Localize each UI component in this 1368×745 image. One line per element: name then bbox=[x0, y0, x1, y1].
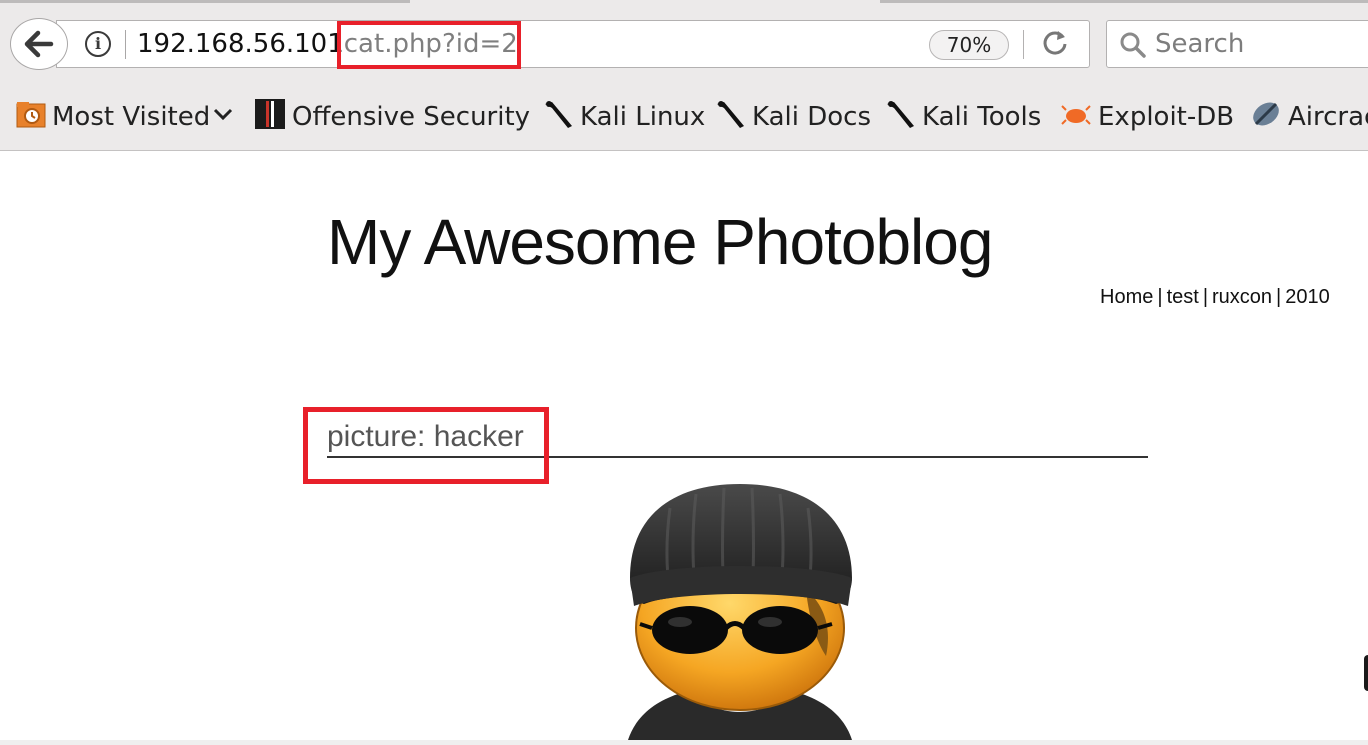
nav-link-2010[interactable]: 2010 bbox=[1285, 286, 1330, 308]
offsec-icon bbox=[254, 98, 286, 137]
bookmark-offensive-security[interactable]: Offensive Security bbox=[254, 95, 530, 139]
url-host: 192.168.56.101 bbox=[137, 29, 344, 59]
page-edge-widget[interactable] bbox=[1364, 655, 1368, 691]
bookmark-label: Kali Linux bbox=[580, 102, 706, 132]
nav-separator: | bbox=[1276, 286, 1282, 308]
kali-dragon-icon bbox=[542, 98, 574, 137]
search-icon bbox=[1119, 31, 1147, 63]
kali-dragon-icon bbox=[884, 98, 916, 137]
search-input[interactable]: Search bbox=[1155, 28, 1244, 60]
nav-link-home[interactable]: Home bbox=[1100, 286, 1153, 308]
back-arrow-icon bbox=[24, 30, 54, 58]
bookmark-label: Most Visited bbox=[52, 102, 211, 132]
top-nav: Home | test | ruxcon | 2010 bbox=[1100, 284, 1330, 310]
tab-edge bbox=[0, 0, 410, 3]
reload-icon[interactable] bbox=[1041, 28, 1069, 64]
bookmarks-toolbar: Most Visited Offensive Security Kali Lin… bbox=[0, 95, 1368, 139]
nav-link-test[interactable]: test bbox=[1167, 286, 1199, 308]
bookmark-aircrack[interactable]: Aircrac bbox=[1250, 95, 1368, 139]
chevron-down-icon bbox=[212, 102, 234, 132]
nav-link-ruxcon[interactable]: ruxcon bbox=[1212, 286, 1272, 308]
hacker-picture bbox=[628, 484, 852, 740]
bookmark-kali-docs[interactable]: Kali Docs bbox=[714, 95, 871, 139]
info-icon[interactable]: i bbox=[85, 31, 111, 57]
bookmark-kali-tools[interactable]: Kali Tools bbox=[884, 95, 1041, 139]
bookmark-exploit-db[interactable]: Exploit-DB bbox=[1060, 95, 1234, 139]
url-annotation-box bbox=[337, 21, 521, 69]
bookmark-label: Kali Docs bbox=[752, 102, 872, 132]
browser-chrome: i 192.168.56.101cat.php?id=2 70% Search bbox=[0, 0, 1368, 151]
bookmark-label: Aircrac bbox=[1288, 102, 1368, 132]
tab-edge bbox=[880, 0, 1368, 3]
divider bbox=[1023, 30, 1024, 59]
folder-clock-icon bbox=[16, 99, 46, 136]
kali-dragon-icon bbox=[714, 98, 746, 137]
bottom-strip bbox=[0, 740, 1368, 745]
search-bar[interactable]: Search bbox=[1106, 20, 1368, 68]
address-bar[interactable]: i 192.168.56.101cat.php?id=2 70% bbox=[56, 20, 1090, 68]
site-title: My Awesome Photoblog bbox=[327, 206, 993, 278]
exploitdb-bug-icon bbox=[1060, 98, 1092, 137]
post-title-annotation-box bbox=[303, 407, 549, 484]
bookmark-label: Offensive Security bbox=[292, 102, 531, 132]
zoom-badge[interactable]: 70% bbox=[929, 30, 1009, 60]
bookmark-most-visited[interactable]: Most Visited bbox=[16, 95, 234, 139]
nav-separator: | bbox=[1157, 286, 1163, 308]
aircrack-icon bbox=[1250, 98, 1282, 137]
bookmark-label: Kali Tools bbox=[922, 102, 1042, 132]
bookmark-label: Exploit-DB bbox=[1098, 102, 1235, 132]
bookmark-kali-linux[interactable]: Kali Linux bbox=[542, 95, 705, 139]
back-button[interactable] bbox=[10, 18, 68, 70]
divider bbox=[125, 30, 126, 59]
nav-separator: | bbox=[1202, 286, 1209, 308]
